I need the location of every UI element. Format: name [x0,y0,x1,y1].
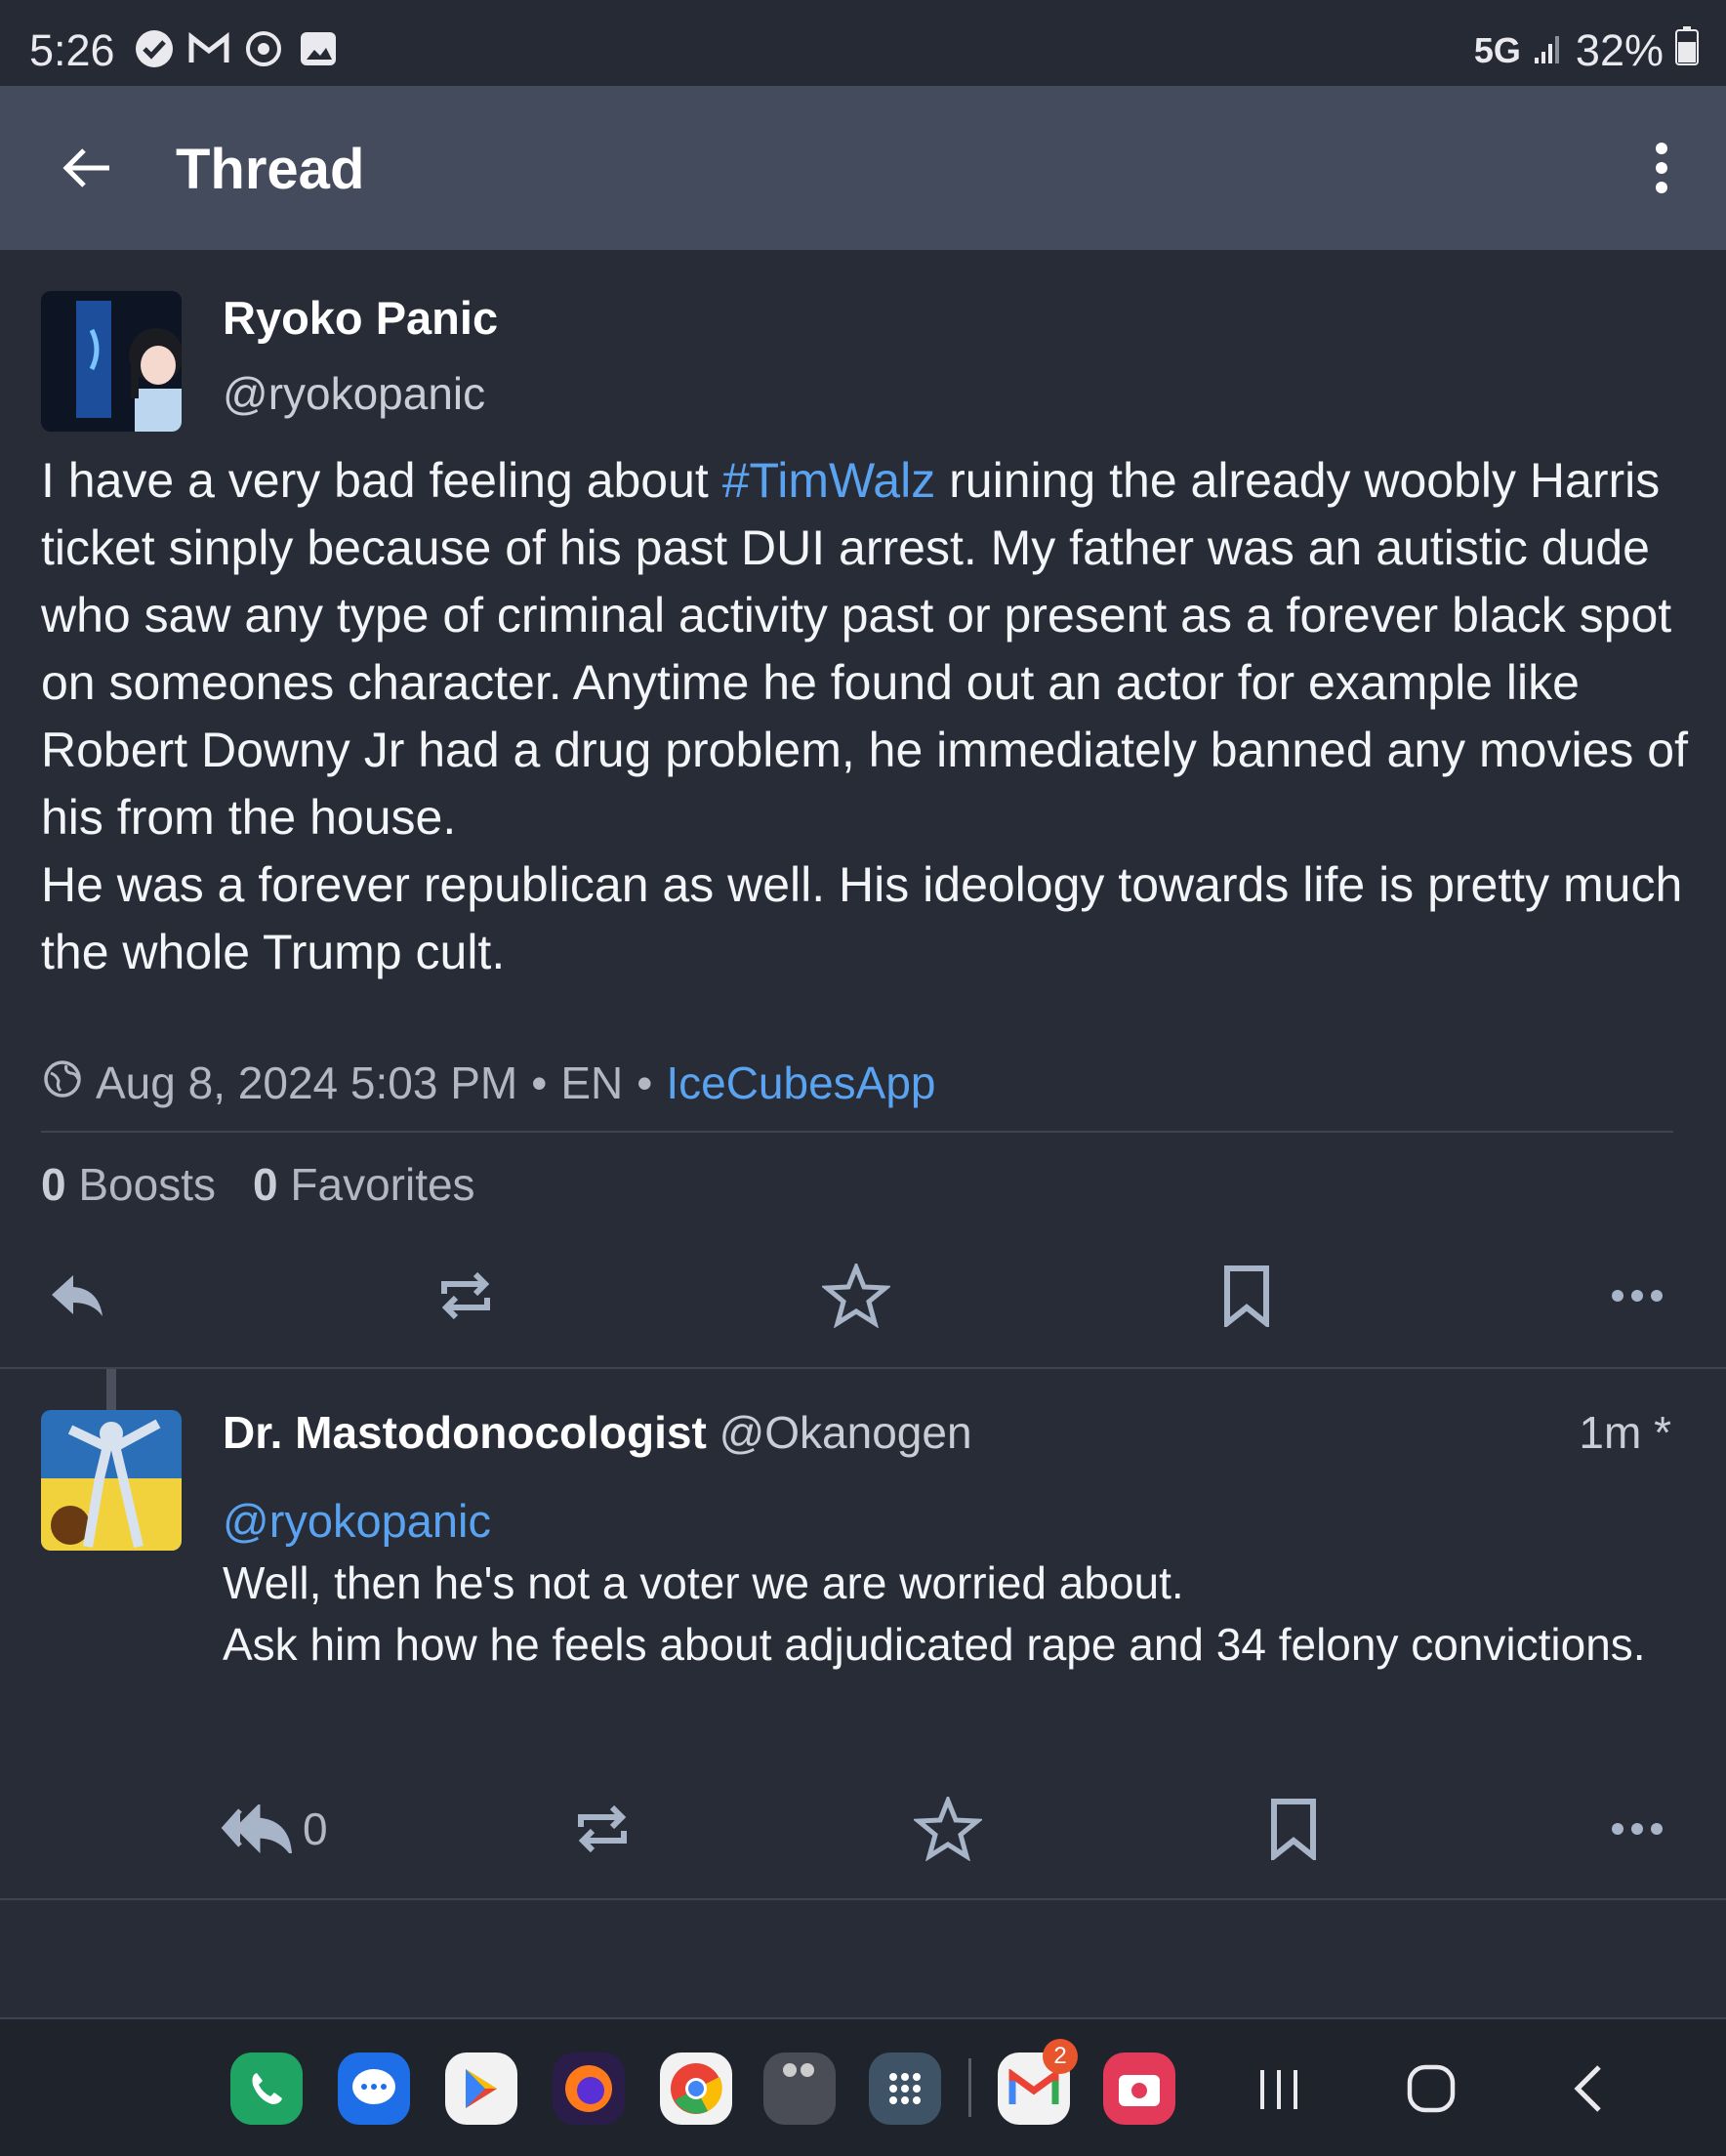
avatar-ryoko[interactable] [41,291,182,432]
boosts-label: Boosts [78,1159,217,1210]
more-horizontal-icon [1612,1290,1663,1302]
post-paragraph-2: He was a forever republican as well. His… [41,857,1683,979]
bookmark-icon [1271,1799,1316,1860]
recent-apps-button[interactable] [1240,2054,1318,2123]
app-bar: Thread [0,86,1726,250]
post-text-start: I have a very bad feeling about [41,453,722,508]
boosts-stat[interactable]: 0 Boosts [41,1158,216,1211]
firefox-icon[interactable] [553,2052,625,2125]
globe-icon [43,1057,82,1109]
image-icon [297,29,340,68]
reply-count: 0 [303,1804,328,1854]
status-bar: 5:26 5G 32% [0,0,1726,86]
more-options-button[interactable] [1632,129,1691,207]
notification-icons [133,29,340,68]
more-vertical-icon [1656,143,1667,193]
gmail-icon[interactable]: 2 [998,2039,1078,2125]
screen-recorder-icon[interactable] [1103,2052,1175,2125]
chevron-left-icon [1574,2065,1601,2112]
nav-back-button[interactable] [1548,2054,1626,2123]
divider [0,1898,1726,1900]
home-icon [1407,2064,1456,2113]
reply-all-button[interactable]: 0 [221,1785,367,1873]
reply-favorite-button[interactable] [904,1785,992,1873]
author-handle[interactable]: @ryokopanic [223,367,485,420]
chrome-icon[interactable] [660,2052,732,2125]
reply-boost-button[interactable] [558,1785,646,1873]
reply-all-icon [221,1804,293,1853]
avatar-okanogen[interactable] [41,1410,182,1551]
page-title: Thread [176,138,365,201]
dock-separator [968,2058,971,2117]
reply-more-button[interactable] [1593,1785,1681,1873]
divider [0,2017,1726,2019]
client-app-link[interactable]: IceCubesApp [666,1057,935,1109]
favorites-count: 0 [253,1159,278,1210]
star-icon [822,1264,890,1328]
reply-icon [52,1275,103,1316]
battery-level: 32% [1575,25,1664,75]
favorites-label: Favorites [290,1159,475,1210]
status-right: 5G 32% [1474,25,1699,76]
favorites-stat[interactable]: 0 Favorites [253,1158,475,1211]
status-time: 5:26 [29,25,115,75]
reply-author-name: Dr. Mastodonocologist [223,1407,707,1458]
arrow-left-icon [62,148,109,187]
bookmark-button[interactable] [1203,1252,1291,1340]
gmail-notification-icon [187,29,230,68]
messages-icon[interactable] [338,2052,410,2125]
star-icon [914,1797,982,1861]
divider [0,1367,1726,1369]
signal-icon [1533,25,1564,76]
bookmark-icon [1224,1265,1269,1327]
hashtag-link[interactable]: #TimWalz [722,453,936,508]
boost-icon [441,1271,490,1320]
sync-icon [242,29,285,68]
reply-button[interactable] [33,1252,121,1340]
gmail-badge: 2 [1043,2039,1078,2074]
post-more-button[interactable] [1593,1252,1681,1340]
more-horizontal-icon [1612,1823,1663,1835]
post-content: I have a very bad feeling about #TimWalz… [41,447,1701,986]
back-button[interactable] [47,129,125,207]
reply-line-1: Well, then he's not a voter we are worri… [223,1557,1184,1608]
divider [41,1131,1673,1133]
thread-line [106,1369,116,1410]
meta-separator: • [531,1057,548,1108]
post-stats: 0 Boosts 0 Favorites [41,1158,475,1211]
boosts-count: 0 [41,1159,66,1210]
home-button[interactable] [1392,2054,1470,2123]
mention-link[interactable]: @ryokopanic [223,1494,491,1548]
reply-author-handle: @Okanogen [719,1407,972,1458]
post-meta: Aug 8, 2024 5:03 PM • EN • IceCubesApp [43,1057,936,1109]
battery-icon [1675,25,1699,76]
play-store-icon[interactable] [445,2052,517,2125]
reply-line-2: Ask him how he feels about adjudicated r… [223,1619,1646,1670]
post-timestamp: Aug 8, 2024 5:03 PM [96,1057,518,1108]
reply-bookmark-button[interactable] [1250,1785,1337,1873]
check-badge-icon [133,29,176,68]
reply-content: Well, then he's not a voter we are worri… [223,1553,1687,1676]
favorite-button[interactable] [812,1252,900,1340]
boost-button[interactable] [422,1252,510,1340]
boost-icon [578,1804,627,1853]
camera-app-icon[interactable] [763,2052,836,2125]
post-text-rest: ruining the already woobly Harris ticket… [41,453,1688,845]
taskbar: 2 [0,2017,1726,2156]
recents-icon [1260,2070,1297,2109]
reply-author[interactable]: Dr. Mastodonocologist @Okanogen [223,1406,972,1459]
author-name[interactable]: Ryoko Panic [223,291,498,345]
reply-time: 1m * [1579,1407,1671,1458]
app-drawer-icon[interactable] [869,2052,941,2125]
network-type: 5G [1473,30,1521,70]
meta-separator: • [637,1057,653,1108]
phone-icon[interactable] [230,2052,303,2125]
post-language: EN [560,1057,624,1108]
